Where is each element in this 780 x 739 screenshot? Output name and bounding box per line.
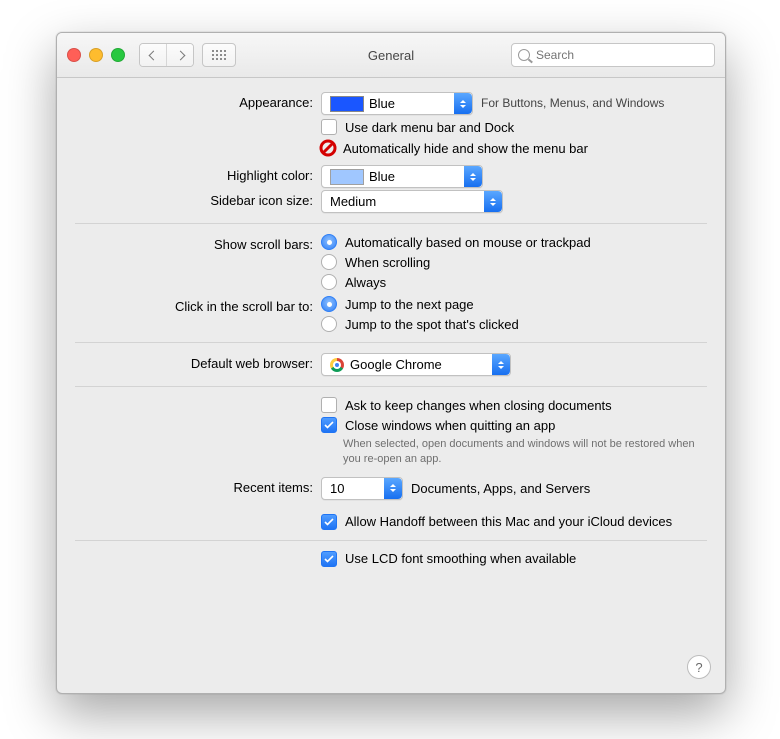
- recent-items-note: Documents, Apps, and Servers: [411, 481, 590, 496]
- divider: [75, 386, 707, 387]
- highlight-value: Blue: [369, 169, 395, 184]
- auto-hide-label: Automatically hide and show the menu bar: [343, 141, 588, 156]
- preferences-window: General Appearance: Blue For Buttons, Me…: [56, 32, 726, 694]
- scrollclick-spot-row[interactable]: Jump to the spot that's clicked: [321, 316, 707, 332]
- sidebar-size-label: Sidebar icon size:: [75, 190, 321, 208]
- divider: [75, 342, 707, 343]
- scrollbars-scrolling-row[interactable]: When scrolling: [321, 254, 707, 270]
- scrollbars-always-radio[interactable]: [321, 274, 337, 290]
- scrollbars-scrolling-label: When scrolling: [345, 255, 430, 270]
- chevron-right-icon: [175, 50, 185, 60]
- sidebar-size-popup[interactable]: Medium: [321, 190, 503, 213]
- highlight-popup[interactable]: Blue: [321, 165, 483, 188]
- scrollbars-scrolling-radio[interactable]: [321, 254, 337, 270]
- handoff-row[interactable]: Allow Handoff between this Mac and your …: [321, 514, 707, 530]
- close-windows-note: When selected, open documents and window…: [321, 437, 703, 467]
- help-button[interactable]: ?: [687, 655, 711, 679]
- show-all-button[interactable]: [202, 43, 236, 67]
- scrollclick-next-label: Jump to the next page: [345, 297, 474, 312]
- divider: [75, 540, 707, 541]
- auto-hide-row[interactable]: Automatically hide and show the menu bar: [321, 139, 707, 157]
- ask-changes-checkbox[interactable]: [321, 397, 337, 413]
- chrome-icon: [330, 358, 344, 372]
- chevron-up-down-icon: [492, 354, 510, 375]
- chevron-left-icon: [148, 50, 158, 60]
- browser-value: Google Chrome: [350, 357, 442, 372]
- ask-changes-label: Ask to keep changes when closing documen…: [345, 398, 612, 413]
- recent-items-label: Recent items:: [75, 477, 321, 495]
- appearance-value: Blue: [369, 96, 395, 111]
- dark-menu-row[interactable]: Use dark menu bar and Dock: [321, 119, 707, 135]
- titlebar: General: [57, 33, 725, 78]
- color-swatch-icon: [330, 169, 364, 185]
- appearance-label: Appearance:: [75, 92, 321, 110]
- scrollclick-spot-label: Jump to the spot that's clicked: [345, 317, 519, 332]
- close-windows-row[interactable]: Close windows when quitting an app: [321, 417, 707, 433]
- lcd-smoothing-label: Use LCD font smoothing when available: [345, 551, 576, 566]
- scrollclick-spot-radio[interactable]: [321, 316, 337, 332]
- divider: [75, 223, 707, 224]
- chevron-up-down-icon: [464, 166, 482, 187]
- lcd-smoothing-row[interactable]: Use LCD font smoothing when available: [321, 551, 707, 567]
- close-icon[interactable]: [67, 48, 81, 62]
- color-swatch-icon: [330, 96, 364, 112]
- sidebar-size-value: Medium: [330, 194, 376, 209]
- search-field[interactable]: [511, 43, 715, 67]
- back-button[interactable]: [140, 44, 167, 66]
- recent-items-value: 10: [330, 481, 344, 496]
- chevron-up-down-icon: [384, 478, 402, 499]
- scrollclick-next-radio[interactable]: [321, 296, 337, 312]
- form-body: Appearance: Blue For Buttons, Menus, and…: [57, 78, 725, 583]
- close-windows-checkbox[interactable]: [321, 417, 337, 433]
- lcd-smoothing-checkbox[interactable]: [321, 551, 337, 567]
- grid-icon: [212, 50, 226, 60]
- scrollbars-auto-row[interactable]: Automatically based on mouse or trackpad: [321, 234, 707, 250]
- scrollbars-always-row[interactable]: Always: [321, 274, 707, 290]
- traffic-lights: [67, 48, 125, 62]
- highlight-label: Highlight color:: [75, 165, 321, 183]
- appearance-popup[interactable]: Blue: [321, 92, 473, 115]
- help-icon: ?: [695, 660, 702, 675]
- scrollbars-label: Show scroll bars:: [75, 234, 321, 252]
- scrollbars-always-label: Always: [345, 275, 386, 290]
- scrollclick-label: Click in the scroll bar to:: [75, 296, 321, 314]
- handoff-checkbox[interactable]: [321, 514, 337, 530]
- recent-items-popup[interactable]: 10: [321, 477, 403, 500]
- scrollclick-next-row[interactable]: Jump to the next page: [321, 296, 707, 312]
- chevron-up-down-icon: [454, 93, 472, 114]
- search-icon: [518, 49, 530, 61]
- search-input[interactable]: [534, 47, 708, 63]
- minimize-icon[interactable]: [89, 48, 103, 62]
- handoff-label: Allow Handoff between this Mac and your …: [345, 514, 672, 529]
- nav-buttons: [139, 43, 194, 67]
- browser-popup[interactable]: Google Chrome: [321, 353, 511, 376]
- ask-changes-row[interactable]: Ask to keep changes when closing documen…: [321, 397, 707, 413]
- forward-button[interactable]: [167, 44, 193, 66]
- dark-menu-checkbox[interactable]: [321, 119, 337, 135]
- appearance-note: For Buttons, Menus, and Windows: [481, 95, 664, 111]
- scrollbars-auto-label: Automatically based on mouse or trackpad: [345, 235, 591, 250]
- dark-menu-label: Use dark menu bar and Dock: [345, 120, 514, 135]
- chevron-up-down-icon: [484, 191, 502, 212]
- prohibit-icon: [319, 139, 337, 157]
- browser-label: Default web browser:: [75, 353, 321, 371]
- scrollbars-auto-radio[interactable]: [321, 234, 337, 250]
- zoom-icon[interactable]: [111, 48, 125, 62]
- close-windows-label: Close windows when quitting an app: [345, 418, 555, 433]
